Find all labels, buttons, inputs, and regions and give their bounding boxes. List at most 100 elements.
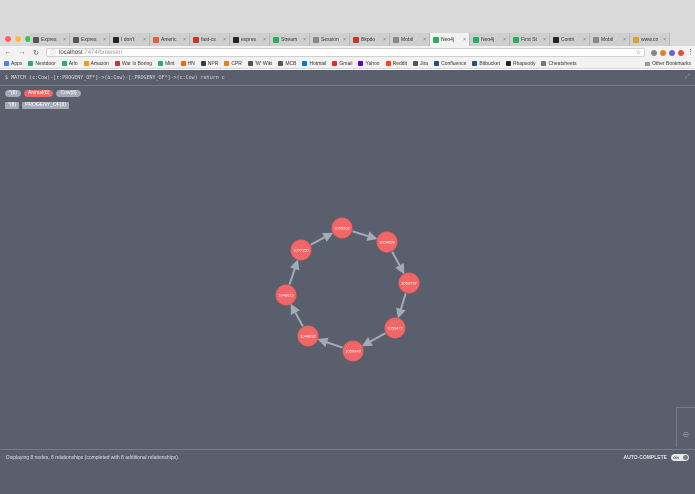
bookmark-favicon-icon <box>247 61 253 66</box>
tab-close-icon[interactable]: × <box>103 37 106 43</box>
tab-close-icon[interactable]: × <box>383 37 386 43</box>
bookmark-item[interactable]: Cheatsheets <box>541 61 577 67</box>
bookmark-item[interactable]: Hotmail <box>302 61 326 67</box>
label-pill[interactable]: Animal(8) <box>24 90 54 97</box>
bookmarks-bar: Apps Nextdoor Arlo Amazon War Is Boring Mint H… <box>0 59 695 69</box>
graph-node[interactable]: 1048632 <box>297 325 319 347</box>
tab-close-icon[interactable]: × <box>303 37 306 43</box>
bookmark-item[interactable]: Arlo <box>61 61 78 67</box>
tab-close-icon[interactable]: × <box>463 37 466 43</box>
tab-close-icon[interactable]: × <box>503 37 506 43</box>
bookmark-item[interactable]: CPR <box>224 61 242 67</box>
tab-close-icon[interactable]: × <box>63 37 66 43</box>
graph-node[interactable]: 1054099 <box>376 231 398 253</box>
relationship-edge[interactable] <box>317 337 343 349</box>
browser-tab[interactable]: Mobil × <box>390 33 430 46</box>
relationship-edge[interactable] <box>361 332 386 347</box>
relationship-edge[interactable] <box>310 232 334 246</box>
bookmark-item[interactable]: Gmail <box>332 61 352 67</box>
relationship-tag[interactable]: PROGENY_OF(8) <box>22 102 69 109</box>
relationship-edge[interactable] <box>391 251 405 275</box>
graph-node[interactable]: 1057150 <box>290 239 312 261</box>
bookmark-item[interactable]: Jira <box>413 61 428 67</box>
bookmark-item[interactable]: Mint <box>158 61 175 67</box>
star-icon[interactable]: ☆ <box>636 49 641 56</box>
minimize-window-button[interactable] <box>15 36 21 42</box>
browser-tab[interactable]: Session × <box>310 33 350 46</box>
browser-tab[interactable]: Americ × <box>150 33 190 46</box>
bookmark-item[interactable]: 'W' Wiki <box>247 61 272 67</box>
extension-icon[interactable] <box>669 49 675 56</box>
query-text[interactable]: $ MATCH (c:Cow)-[r:PROGENY_OF*]->(b:Cow)… <box>5 75 225 81</box>
bookmark-item[interactable]: Amazon <box>83 61 109 67</box>
tab-close-icon[interactable]: × <box>623 37 626 43</box>
browser-tab[interactable]: Stream × <box>270 33 310 46</box>
expand-icon[interactable]: ⤢ <box>685 74 690 81</box>
browser-tab[interactable]: Expres × <box>30 33 70 46</box>
bookmark-item[interactable]: Yahoo <box>358 60 380 67</box>
browser-tab[interactable]: Contri × <box>550 33 590 46</box>
graph-node[interactable]: 1053737 <box>398 272 420 294</box>
browser-tab[interactable]: www.co × <box>630 33 670 46</box>
browser-tab[interactable]: First St × <box>510 33 550 46</box>
tab-close-icon[interactable]: × <box>183 37 186 43</box>
browser-tab[interactable]: Bkpdo × <box>350 33 390 46</box>
browser-tab[interactable]: Expres × <box>70 33 110 46</box>
bookmark-label: Yahoo <box>365 60 380 67</box>
bookmark-favicon-icon <box>114 61 120 66</box>
extension-icon[interactable] <box>660 49 666 56</box>
bookmark-item[interactable]: Reddit <box>385 61 407 67</box>
graph-node[interactable]: 1055262 <box>331 217 353 239</box>
bookmark-favicon-icon <box>385 61 391 66</box>
bookmark-favicon-icon <box>302 61 308 66</box>
bookmark-item[interactable]: War Is Boring <box>114 61 152 67</box>
tab-close-icon[interactable]: × <box>663 37 666 43</box>
graph-node[interactable]: 1050949 <box>342 340 364 362</box>
bookmark-item[interactable]: Nextdoor <box>28 61 56 67</box>
tab-close-icon[interactable]: × <box>343 37 346 43</box>
close-window-button[interactable] <box>5 36 11 42</box>
browser-tab[interactable]: Neo4j × <box>470 33 510 46</box>
browser-tab[interactable]: fast-cs × <box>190 33 230 46</box>
browser-tab[interactable]: I don't × <box>110 33 150 46</box>
back-arrow-icon[interactable]: ← <box>4 49 12 56</box>
label-pill[interactable]: *(8) <box>5 90 22 97</box>
tab-close-icon[interactable]: × <box>543 37 546 43</box>
menu-dots-icon[interactable]: ⋮ <box>687 49 694 56</box>
tab-close-icon[interactable]: × <box>143 37 146 43</box>
relationship-tag[interactable]: *(8) <box>5 102 20 109</box>
zoom-out-icon[interactable]: ⊖ <box>683 430 690 439</box>
bookmark-item[interactable]: Bitbucket <box>472 61 500 67</box>
other-bookmarks[interactable]: Other Bookmarks <box>645 61 691 67</box>
browser-tab[interactable]: Mobil × <box>590 33 630 46</box>
forward-arrow-icon[interactable]: → <box>18 49 26 56</box>
tab-favicon-icon <box>73 36 79 43</box>
browser-tab[interactable]: expres × <box>230 33 270 46</box>
bookmark-item[interactable]: MCB <box>278 61 296 67</box>
bookmark-item[interactable]: NPR <box>200 61 218 67</box>
tab-close-icon[interactable]: × <box>263 37 266 43</box>
label-legend: *(8) Animal(8) Cow(8) <box>5 90 81 97</box>
extension-icon[interactable] <box>678 49 684 56</box>
bookmark-item[interactable]: Rhapsody <box>505 61 535 67</box>
extension-icon[interactable] <box>651 49 657 56</box>
relationship-edge[interactable] <box>290 303 304 327</box>
autocomplete-toggle[interactable]: ON <box>671 454 689 461</box>
tab-close-icon[interactable]: × <box>423 37 426 43</box>
graph-visualization[interactable]: 1055262 1054099 1053737 1051472 1050949 10486… <box>0 70 695 494</box>
label-pill[interactable]: Cow(8) <box>56 90 81 97</box>
reload-icon[interactable]: ↻ <box>32 49 40 57</box>
graph-node[interactable]: 1048613 <box>275 284 297 306</box>
bookmark-item[interactable]: HN <box>180 61 195 67</box>
relationship-edge[interactable] <box>288 259 300 285</box>
bookmark-item[interactable]: Confluence <box>434 61 466 67</box>
relationship-edge[interactable] <box>352 230 378 241</box>
bookmark-item[interactable]: Apps <box>4 61 22 67</box>
tab-close-icon[interactable]: × <box>223 37 226 43</box>
relationship-edge[interactable] <box>396 293 407 319</box>
browser-tab[interactable]: Neo4j × <box>430 33 470 46</box>
toggle-knob <box>683 455 688 460</box>
tab-close-icon[interactable]: × <box>583 37 586 43</box>
address-bar[interactable]: ⓘ localhost:7474/browser/ ☆ <box>46 48 645 57</box>
graph-node[interactable]: 1051472 <box>384 317 406 339</box>
